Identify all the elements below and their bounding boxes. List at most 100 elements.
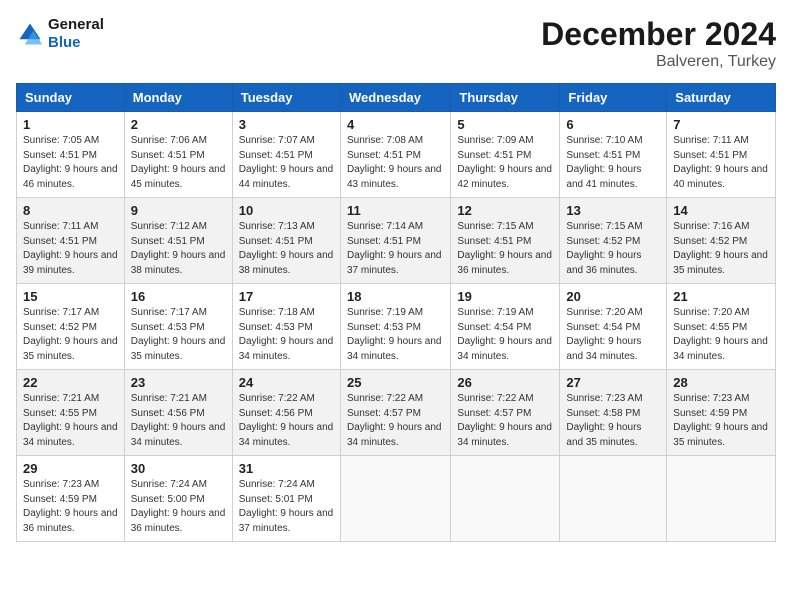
calendar-cell: 29 Sunrise: 7:23 AMSunset: 4:59 PMDayligh…: [17, 456, 125, 542]
calendar-cell: [560, 456, 667, 542]
day-detail: Sunrise: 7:13 AMSunset: 4:51 PMDaylight:…: [239, 220, 334, 278]
header-tuesday: Tuesday: [232, 84, 340, 112]
header-saturday: Saturday: [667, 84, 776, 112]
calendar-cell: 20 Sunrise: 7:20 AMSunset: 4:54 PMDayligh…: [560, 284, 667, 370]
calendar-cell: 5Sunrise: 7:09 AMSunset: 4:51 PMDaylight…: [451, 112, 560, 198]
calendar-cell: 14Sunrise: 7:16 AMSunset: 4:52 PMDayligh…: [667, 198, 776, 284]
day-number: 19: [457, 289, 553, 304]
logo-icon: [16, 20, 44, 48]
day-detail: Sunrise: 7:22 AMSunset: 4:56 PMDaylight:…: [239, 392, 334, 450]
logo: General Blue: [16, 16, 104, 52]
calendar-cell: 10Sunrise: 7:13 AMSunset: 4:51 PMDayligh…: [232, 198, 340, 284]
calendar-table: SundayMondayTuesdayWednesdayThursdayFrid…: [16, 83, 776, 542]
calendar-cell: 3 Sunrise: 7:07 AMSunset: 4:51 PMDaylight…: [232, 112, 340, 198]
day-number: 29: [23, 461, 118, 476]
calendar-cell: [667, 456, 776, 542]
calendar-cell: 22Sunrise: 7:21 AMSunset: 4:55 PMDayligh…: [17, 370, 125, 456]
day-number: 17: [239, 289, 334, 304]
day-detail: Sunrise: 7:05 AMSunset: 4:51 PMDaylight:…: [23, 134, 118, 192]
day-number: 7: [673, 117, 769, 132]
day-detail: Sunrise: 7:23 AMSunset: 4:58 PMDaylight:…: [566, 392, 660, 450]
day-number: 12: [457, 203, 553, 218]
day-number: 31: [239, 461, 334, 476]
day-detail: Sunrise: 7:23 AMSunset: 4:59 PMDaylight:…: [23, 478, 118, 536]
day-detail: Sunrise: 7:24 AMSunset: 5:01 PMDaylight:…: [239, 478, 334, 536]
day-detail: Sunrise: 7:23 AMSunset: 4:59 PMDaylight:…: [673, 392, 769, 450]
day-number: 9: [131, 203, 226, 218]
calendar-cell: 7 Sunrise: 7:11 AMSunset: 4:51 PMDaylight…: [667, 112, 776, 198]
day-number: 30: [131, 461, 226, 476]
day-number: 27: [566, 375, 660, 390]
day-detail: Sunrise: 7:07 AMSunset: 4:51 PMDaylight:…: [239, 134, 334, 192]
day-number: 11: [347, 203, 444, 218]
calendar-cell: 16 Sunrise: 7:17 AMSunset: 4:53 PMDayligh…: [124, 284, 232, 370]
day-detail: Sunrise: 7:22 AMSunset: 4:57 PMDaylight:…: [457, 392, 553, 450]
location: Balveren, Turkey: [541, 53, 776, 71]
calendar-cell: 17 Sunrise: 7:18 AMSunset: 4:53 PMDayligh…: [232, 284, 340, 370]
calendar-cell: 11 Sunrise: 7:14 AMSunset: 4:51 PMDayligh…: [340, 198, 450, 284]
calendar-week-row: 29 Sunrise: 7:23 AMSunset: 4:59 PMDayligh…: [17, 456, 776, 542]
day-detail: Sunrise: 7:17 AMSunset: 4:52 PMDaylight:…: [23, 306, 118, 364]
calendar-week-row: 1 Sunrise: 7:05 AMSunset: 4:51 PMDaylight…: [17, 112, 776, 198]
day-number: 25: [347, 375, 444, 390]
day-detail: Sunrise: 7:11 AMSunset: 4:51 PMDaylight:…: [673, 134, 769, 192]
calendar-cell: 4Sunrise: 7:08 AMSunset: 4:51 PMDaylight…: [340, 112, 450, 198]
day-number: 13: [566, 203, 660, 218]
day-detail: Sunrise: 7:10 AMSunset: 4:51 PMDaylight:…: [566, 134, 660, 192]
day-number: 18: [347, 289, 444, 304]
header-thursday: Thursday: [451, 84, 560, 112]
calendar-cell: [340, 456, 450, 542]
day-detail: Sunrise: 7:09 AMSunset: 4:51 PMDaylight:…: [457, 134, 553, 192]
header-sunday: Sunday: [17, 84, 125, 112]
day-detail: Sunrise: 7:21 AMSunset: 4:55 PMDaylight:…: [23, 392, 118, 450]
calendar-cell: 21 Sunrise: 7:20 AMSunset: 4:55 PMDayligh…: [667, 284, 776, 370]
calendar-cell: 6 Sunrise: 7:10 AMSunset: 4:51 PMDaylight…: [560, 112, 667, 198]
day-detail: Sunrise: 7:20 AMSunset: 4:55 PMDaylight:…: [673, 306, 769, 364]
day-number: 8: [23, 203, 118, 218]
calendar-week-row: 22Sunrise: 7:21 AMSunset: 4:55 PMDayligh…: [17, 370, 776, 456]
day-detail: Sunrise: 7:24 AMSunset: 5:00 PMDaylight:…: [131, 478, 226, 536]
calendar-week-row: 8 Sunrise: 7:11 AMSunset: 4:51 PMDaylight…: [17, 198, 776, 284]
calendar-cell: 25 Sunrise: 7:22 AMSunset: 4:57 PMDayligh…: [340, 370, 450, 456]
day-number: 24: [239, 375, 334, 390]
day-detail: Sunrise: 7:21 AMSunset: 4:56 PMDaylight:…: [131, 392, 226, 450]
header-friday: Friday: [560, 84, 667, 112]
calendar-cell: 1 Sunrise: 7:05 AMSunset: 4:51 PMDaylight…: [17, 112, 125, 198]
page-header: General Blue December 2024 Balveren, Tur…: [16, 16, 776, 71]
day-detail: Sunrise: 7:12 AMSunset: 4:51 PMDaylight:…: [131, 220, 226, 278]
day-detail: Sunrise: 7:18 AMSunset: 4:53 PMDaylight:…: [239, 306, 334, 364]
calendar-cell: 27 Sunrise: 7:23 AMSunset: 4:58 PMDayligh…: [560, 370, 667, 456]
day-detail: Sunrise: 7:19 AMSunset: 4:54 PMDaylight:…: [457, 306, 553, 364]
day-number: 26: [457, 375, 553, 390]
calendar-header-row: SundayMondayTuesdayWednesdayThursdayFrid…: [17, 84, 776, 112]
calendar-cell: 18Sunrise: 7:19 AMSunset: 4:53 PMDayligh…: [340, 284, 450, 370]
calendar-cell: 30 Sunrise: 7:24 AMSunset: 5:00 PMDayligh…: [124, 456, 232, 542]
day-detail: Sunrise: 7:14 AMSunset: 4:51 PMDaylight:…: [347, 220, 444, 278]
day-number: 6: [566, 117, 660, 132]
day-detail: Sunrise: 7:11 AMSunset: 4:51 PMDaylight:…: [23, 220, 118, 278]
calendar-cell: 31 Sunrise: 7:24 AMSunset: 5:01 PMDayligh…: [232, 456, 340, 542]
header-monday: Monday: [124, 84, 232, 112]
logo-text: General Blue: [48, 16, 104, 52]
calendar-cell: 8 Sunrise: 7:11 AMSunset: 4:51 PMDaylight…: [17, 198, 125, 284]
day-number: 28: [673, 375, 769, 390]
calendar-cell: 19 Sunrise: 7:19 AMSunset: 4:54 PMDayligh…: [451, 284, 560, 370]
calendar-cell: 9 Sunrise: 7:12 AMSunset: 4:51 PMDaylight…: [124, 198, 232, 284]
day-detail: Sunrise: 7:20 AMSunset: 4:54 PMDaylight:…: [566, 306, 660, 364]
day-detail: Sunrise: 7:06 AMSunset: 4:51 PMDaylight:…: [131, 134, 226, 192]
calendar-cell: [451, 456, 560, 542]
day-number: 21: [673, 289, 769, 304]
title-block: December 2024 Balveren, Turkey: [541, 16, 776, 71]
day-number: 3: [239, 117, 334, 132]
day-detail: Sunrise: 7:17 AMSunset: 4:53 PMDaylight:…: [131, 306, 226, 364]
calendar-cell: 26 Sunrise: 7:22 AMSunset: 4:57 PMDayligh…: [451, 370, 560, 456]
calendar-cell: 13 Sunrise: 7:15 AMSunset: 4:52 PMDayligh…: [560, 198, 667, 284]
day-detail: Sunrise: 7:22 AMSunset: 4:57 PMDaylight:…: [347, 392, 444, 450]
day-number: 20: [566, 289, 660, 304]
calendar-cell: 2Sunrise: 7:06 AMSunset: 4:51 PMDaylight…: [124, 112, 232, 198]
day-number: 1: [23, 117, 118, 132]
day-detail: Sunrise: 7:15 AMSunset: 4:52 PMDaylight:…: [566, 220, 660, 278]
calendar-cell: 24 Sunrise: 7:22 AMSunset: 4:56 PMDayligh…: [232, 370, 340, 456]
day-number: 16: [131, 289, 226, 304]
day-detail: Sunrise: 7:15 AMSunset: 4:51 PMDaylight:…: [457, 220, 553, 278]
